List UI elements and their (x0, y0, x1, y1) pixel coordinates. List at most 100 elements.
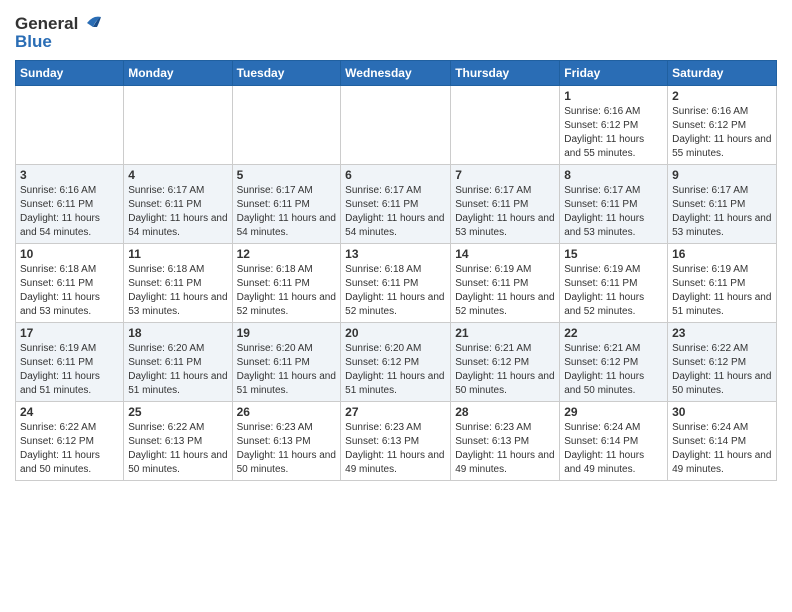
day-number: 26 (237, 405, 337, 419)
day-info: Sunrise: 6:23 AMSunset: 6:13 PMDaylight:… (237, 421, 337, 477)
day-info: Sunrise: 6:16 AMSunset: 6:12 PMDaylight:… (564, 105, 663, 161)
day-info: Sunrise: 6:24 AMSunset: 6:14 PMDaylight:… (564, 421, 663, 477)
day-info: Sunrise: 6:19 AMSunset: 6:11 PMDaylight:… (455, 263, 555, 319)
calendar-cell (341, 86, 451, 165)
calendar-cell (451, 86, 560, 165)
day-info: Sunrise: 6:17 AMSunset: 6:11 PMDaylight:… (128, 184, 227, 240)
day-info: Sunrise: 6:16 AMSunset: 6:12 PMDaylight:… (672, 105, 772, 161)
day-info: Sunrise: 6:19 AMSunset: 6:11 PMDaylight:… (564, 263, 663, 319)
calendar-cell: 23 Sunrise: 6:22 AMSunset: 6:12 PMDayligh… (668, 323, 777, 402)
day-info: Sunrise: 6:18 AMSunset: 6:11 PMDaylight:… (128, 263, 227, 319)
day-info: Sunrise: 6:18 AMSunset: 6:11 PMDaylight:… (20, 263, 119, 319)
day-number: 7 (455, 168, 555, 182)
day-info: Sunrise: 6:21 AMSunset: 6:12 PMDaylight:… (455, 342, 555, 398)
logo-general-text: General (15, 14, 78, 34)
calendar-week-row: 24 Sunrise: 6:22 AMSunset: 6:12 PMDayligh… (16, 402, 777, 481)
day-info: Sunrise: 6:21 AMSunset: 6:12 PMDaylight:… (564, 342, 663, 398)
weekday-header: Saturday (668, 61, 777, 86)
calendar-cell: 20 Sunrise: 6:20 AMSunset: 6:12 PMDayligh… (341, 323, 451, 402)
day-info: Sunrise: 6:22 AMSunset: 6:12 PMDaylight:… (20, 421, 119, 477)
calendar-cell: 3 Sunrise: 6:16 AMSunset: 6:11 PMDaylight… (16, 165, 124, 244)
calendar-cell: 17 Sunrise: 6:19 AMSunset: 6:11 PMDayligh… (16, 323, 124, 402)
day-info: Sunrise: 6:16 AMSunset: 6:11 PMDaylight:… (20, 184, 119, 240)
day-info: Sunrise: 6:19 AMSunset: 6:11 PMDaylight:… (20, 342, 119, 398)
day-number: 9 (672, 168, 772, 182)
page: General Blue SundayMondayTuesdayWednesda… (0, 0, 792, 612)
calendar-cell: 12 Sunrise: 6:18 AMSunset: 6:11 PMDayligh… (232, 244, 341, 323)
day-info: Sunrise: 6:22 AMSunset: 6:13 PMDaylight:… (128, 421, 227, 477)
header: General Blue (15, 10, 777, 52)
logo: General Blue (15, 14, 101, 52)
day-info: Sunrise: 6:17 AMSunset: 6:11 PMDaylight:… (345, 184, 446, 240)
calendar-cell: 18 Sunrise: 6:20 AMSunset: 6:11 PMDayligh… (124, 323, 232, 402)
calendar-cell (124, 86, 232, 165)
logo-blue-text: Blue (15, 32, 101, 52)
day-number: 18 (128, 326, 227, 340)
day-number: 25 (128, 405, 227, 419)
calendar-cell (232, 86, 341, 165)
weekday-header: Monday (124, 61, 232, 86)
calendar-cell: 16Sunrise: 6:19 AMSunset: 6:11 PMDayligh… (668, 244, 777, 323)
calendar-table: SundayMondayTuesdayWednesdayThursdayFrid… (15, 60, 777, 481)
calendar-cell: 24 Sunrise: 6:22 AMSunset: 6:12 PMDayligh… (16, 402, 124, 481)
calendar-cell: 13 Sunrise: 6:18 AMSunset: 6:11 PMDayligh… (341, 244, 451, 323)
day-number: 24 (20, 405, 119, 419)
day-number: 16 (672, 247, 772, 261)
day-number: 2 (672, 89, 772, 103)
weekday-header: Friday (560, 61, 668, 86)
calendar-week-row: 10 Sunrise: 6:18 AMSunset: 6:11 PMDayligh… (16, 244, 777, 323)
day-number: 8 (564, 168, 663, 182)
day-number: 1 (564, 89, 663, 103)
calendar-cell: 30 Sunrise: 6:24 AMSunset: 6:14 PMDayligh… (668, 402, 777, 481)
calendar-cell: 5 Sunrise: 6:17 AMSunset: 6:11 PMDaylight… (232, 165, 341, 244)
calendar-week-row: 1 Sunrise: 6:16 AMSunset: 6:12 PMDaylight… (16, 86, 777, 165)
day-info: Sunrise: 6:22 AMSunset: 6:12 PMDaylight:… (672, 342, 772, 398)
calendar-cell: 9 Sunrise: 6:17 AMSunset: 6:11 PMDaylight… (668, 165, 777, 244)
day-number: 15 (564, 247, 663, 261)
calendar-cell: 4Sunrise: 6:17 AMSunset: 6:11 PMDaylight… (124, 165, 232, 244)
calendar-week-row: 3 Sunrise: 6:16 AMSunset: 6:11 PMDaylight… (16, 165, 777, 244)
day-info: Sunrise: 6:20 AMSunset: 6:11 PMDaylight:… (128, 342, 227, 398)
day-number: 3 (20, 168, 119, 182)
calendar-cell: 7 Sunrise: 6:17 AMSunset: 6:11 PMDaylight… (451, 165, 560, 244)
day-info: Sunrise: 6:18 AMSunset: 6:11 PMDaylight:… (237, 263, 337, 319)
calendar-cell: 10 Sunrise: 6:18 AMSunset: 6:11 PMDayligh… (16, 244, 124, 323)
weekday-header: Sunday (16, 61, 124, 86)
day-info: Sunrise: 6:24 AMSunset: 6:14 PMDaylight:… (672, 421, 772, 477)
day-number: 6 (345, 168, 446, 182)
day-info: Sunrise: 6:20 AMSunset: 6:12 PMDaylight:… (345, 342, 446, 398)
day-number: 17 (20, 326, 119, 340)
day-number: 13 (345, 247, 446, 261)
logo-bird-icon (79, 13, 101, 33)
calendar-cell: 28Sunrise: 6:23 AMSunset: 6:13 PMDayligh… (451, 402, 560, 481)
calendar-cell: 22 Sunrise: 6:21 AMSunset: 6:12 PMDayligh… (560, 323, 668, 402)
day-info: Sunrise: 6:17 AMSunset: 6:11 PMDaylight:… (237, 184, 337, 240)
weekday-header: Wednesday (341, 61, 451, 86)
calendar-cell: 19Sunrise: 6:20 AMSunset: 6:11 PMDayligh… (232, 323, 341, 402)
day-info: Sunrise: 6:18 AMSunset: 6:11 PMDaylight:… (345, 263, 446, 319)
calendar-cell: 27Sunrise: 6:23 AMSunset: 6:13 PMDayligh… (341, 402, 451, 481)
day-number: 28 (455, 405, 555, 419)
calendar-cell: 2 Sunrise: 6:16 AMSunset: 6:12 PMDaylight… (668, 86, 777, 165)
day-number: 29 (564, 405, 663, 419)
day-info: Sunrise: 6:17 AMSunset: 6:11 PMDaylight:… (455, 184, 555, 240)
calendar-cell: 26 Sunrise: 6:23 AMSunset: 6:13 PMDayligh… (232, 402, 341, 481)
weekday-header: Tuesday (232, 61, 341, 86)
calendar-cell: 29 Sunrise: 6:24 AMSunset: 6:14 PMDayligh… (560, 402, 668, 481)
day-number: 20 (345, 326, 446, 340)
day-number: 14 (455, 247, 555, 261)
calendar-cell: 14 Sunrise: 6:19 AMSunset: 6:11 PMDayligh… (451, 244, 560, 323)
day-info: Sunrise: 6:17 AMSunset: 6:11 PMDaylight:… (672, 184, 772, 240)
day-number: 23 (672, 326, 772, 340)
day-number: 21 (455, 326, 555, 340)
calendar-header-row: SundayMondayTuesdayWednesdayThursdayFrid… (16, 61, 777, 86)
day-number: 10 (20, 247, 119, 261)
day-number: 12 (237, 247, 337, 261)
day-number: 11 (128, 247, 227, 261)
day-number: 30 (672, 405, 772, 419)
calendar-cell: 11 Sunrise: 6:18 AMSunset: 6:11 PMDayligh… (124, 244, 232, 323)
calendar-cell: 6 Sunrise: 6:17 AMSunset: 6:11 PMDaylight… (341, 165, 451, 244)
day-number: 5 (237, 168, 337, 182)
day-info: Sunrise: 6:17 AMSunset: 6:11 PMDaylight:… (564, 184, 663, 240)
day-number: 22 (564, 326, 663, 340)
